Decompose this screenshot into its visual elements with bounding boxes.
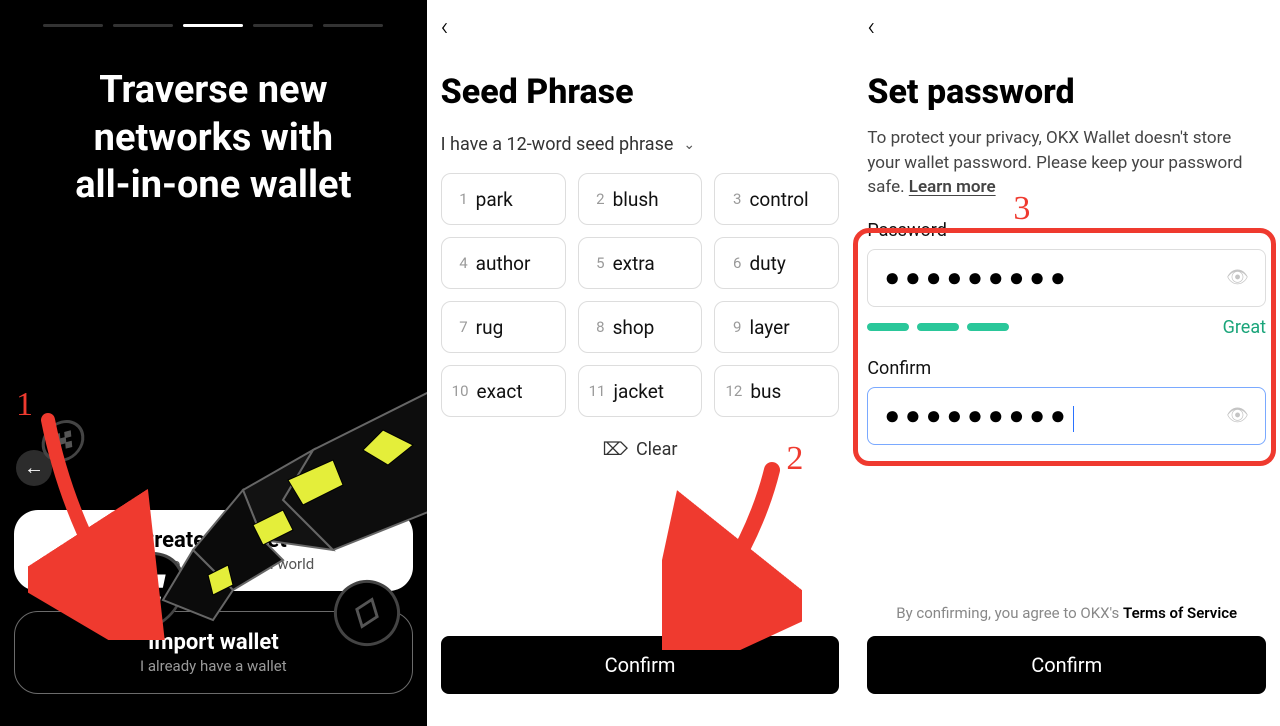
- strength-bar: [917, 323, 959, 331]
- confirm-label: Confirm: [867, 358, 1266, 379]
- seed-word-input[interactable]: 9 layer: [714, 301, 839, 353]
- seed-word-input[interactable]: 11 jacket: [578, 365, 703, 417]
- confirm-mask: ●●●●●●●●●: [884, 401, 1070, 431]
- clear-label: Clear: [636, 439, 678, 460]
- password-label: Password: [867, 220, 1266, 241]
- seed-index: 11: [589, 382, 606, 400]
- button-label: Confirm: [605, 653, 676, 677]
- seed-index: 7: [452, 318, 468, 336]
- seed-index: 9: [725, 318, 741, 336]
- seed-word: extra: [613, 252, 655, 275]
- password-mask: ●●●●●●●●●: [884, 262, 1070, 293]
- seed-word-input[interactable]: 12 bus: [714, 365, 839, 417]
- page-dot: [113, 24, 173, 27]
- page-title: Seed Phrase: [441, 72, 840, 112]
- terms-prefix: By confirming, you agree to OKX's: [896, 604, 1123, 622]
- button-subtitle: I already have a wallet: [25, 657, 402, 675]
- seed-length-dropdown[interactable]: I have a 12-word seed phrase ⌄: [441, 134, 840, 155]
- learn-more-link[interactable]: Learn more: [909, 177, 996, 197]
- chevron-down-icon: ⌄: [683, 137, 695, 153]
- button-label: Confirm: [1031, 653, 1102, 677]
- seed-grid: 1 park 2 blush 3 control 4 author 5 extra 6 duty 7 ru…: [441, 173, 840, 417]
- seed-index: 2: [589, 190, 605, 208]
- eye-icon[interactable]: 👁: [1226, 267, 1249, 288]
- confirm-button[interactable]: Confirm: [867, 636, 1266, 694]
- button-subtitle: I'm new to decentralized world: [24, 555, 403, 573]
- seed-word-input[interactable]: 7 rug: [441, 301, 566, 353]
- seed-word-input[interactable]: 8 shop: [578, 301, 703, 353]
- seed-word-input[interactable]: 3 control: [714, 173, 839, 225]
- strength-bar: [867, 323, 909, 331]
- page-indicator: [14, 24, 413, 27]
- seed-phrase-screen: ‹ Seed Phrase I have a 12-word seed phra…: [427, 0, 854, 726]
- seed-word: author: [476, 252, 531, 275]
- seed-word-input[interactable]: 1 park: [441, 173, 566, 225]
- chevron-left-icon: ‹: [441, 12, 449, 42]
- confirm-input[interactable]: ●●●●●●●●● 👁: [867, 387, 1266, 445]
- confirm-block: Confirm ●●●●●●●●● 👁: [867, 358, 1266, 445]
- text-cursor: [1073, 406, 1075, 432]
- set-password-screen: ‹ Set password To protect your privacy, …: [853, 0, 1280, 726]
- dropdown-label: I have a 12-word seed phrase: [441, 134, 674, 155]
- headline-line: networks with: [94, 116, 333, 160]
- seed-word: control: [749, 188, 808, 211]
- seed-word: jacket: [613, 380, 664, 403]
- seed-word: layer: [749, 316, 789, 339]
- seed-word-input[interactable]: 4 author: [441, 237, 566, 289]
- page-title: Set password: [867, 72, 1266, 112]
- seed-word-input[interactable]: 5 extra: [578, 237, 703, 289]
- seed-word: rug: [476, 316, 504, 339]
- annotation-arrow-2: [662, 460, 802, 650]
- seed-word: park: [476, 188, 513, 211]
- seed-index: 4: [452, 254, 468, 272]
- button-title: Create a wallet: [24, 528, 403, 553]
- create-wallet-button[interactable]: Create a wallet I'm new to decentralized…: [14, 510, 413, 591]
- back-button[interactable]: ‹: [867, 12, 897, 42]
- seed-word-input[interactable]: 2 blush: [578, 173, 703, 225]
- back-button[interactable]: ‹: [441, 12, 471, 42]
- terms-line: By confirming, you agree to OKX's Terms …: [867, 524, 1266, 622]
- arrow-left-icon: ←: [24, 455, 44, 480]
- password-input[interactable]: ●●●●●●●●● 👁: [867, 249, 1266, 307]
- clear-icon: ⌦: [603, 439, 628, 460]
- seed-index: 12: [725, 382, 742, 400]
- seed-index: 1: [452, 190, 468, 208]
- headline: Traverse new networks with all-in-one wa…: [14, 67, 413, 210]
- password-strength: Great: [867, 317, 1266, 338]
- strength-label: Great: [1223, 317, 1266, 338]
- confirm-inner: ●●●●●●●●●: [884, 400, 1074, 433]
- strength-bar: [967, 323, 1009, 331]
- page-dot: [43, 24, 103, 27]
- clear-button[interactable]: ⌦ Clear: [441, 439, 840, 460]
- seed-index: 3: [725, 190, 741, 208]
- confirm-button[interactable]: Confirm: [441, 636, 840, 694]
- page-dot: [323, 24, 383, 27]
- illustration-zone: ←: [14, 210, 413, 511]
- terms-link[interactable]: Terms of Service: [1123, 604, 1237, 622]
- seed-word: bus: [750, 380, 781, 403]
- password-block: Password ●●●●●●●●● 👁 Great: [867, 220, 1266, 338]
- headline-line: Traverse new: [99, 68, 327, 112]
- seed-word: shop: [613, 316, 655, 339]
- seed-word-input[interactable]: 10 exact: [441, 365, 566, 417]
- seed-index: 5: [589, 254, 605, 272]
- seed-word-input[interactable]: 6 duty: [714, 237, 839, 289]
- page-subtext: To protect your privacy, OKX Wallet does…: [867, 126, 1266, 200]
- seed-word: duty: [749, 252, 785, 275]
- seed-index: 6: [725, 254, 741, 272]
- seed-word: exact: [477, 380, 523, 403]
- seed-index: 10: [452, 382, 469, 400]
- seed-index: 8: [589, 318, 605, 336]
- onboarding-screen: Traverse new networks with all-in-one wa…: [0, 0, 427, 726]
- page-dot-active: [183, 24, 243, 27]
- chevron-left-icon: ‹: [867, 12, 875, 42]
- page-dot: [253, 24, 313, 27]
- eye-icon[interactable]: 👁: [1226, 405, 1249, 426]
- headline-line: all-in-one wallet: [75, 163, 351, 207]
- seed-word: blush: [613, 188, 659, 211]
